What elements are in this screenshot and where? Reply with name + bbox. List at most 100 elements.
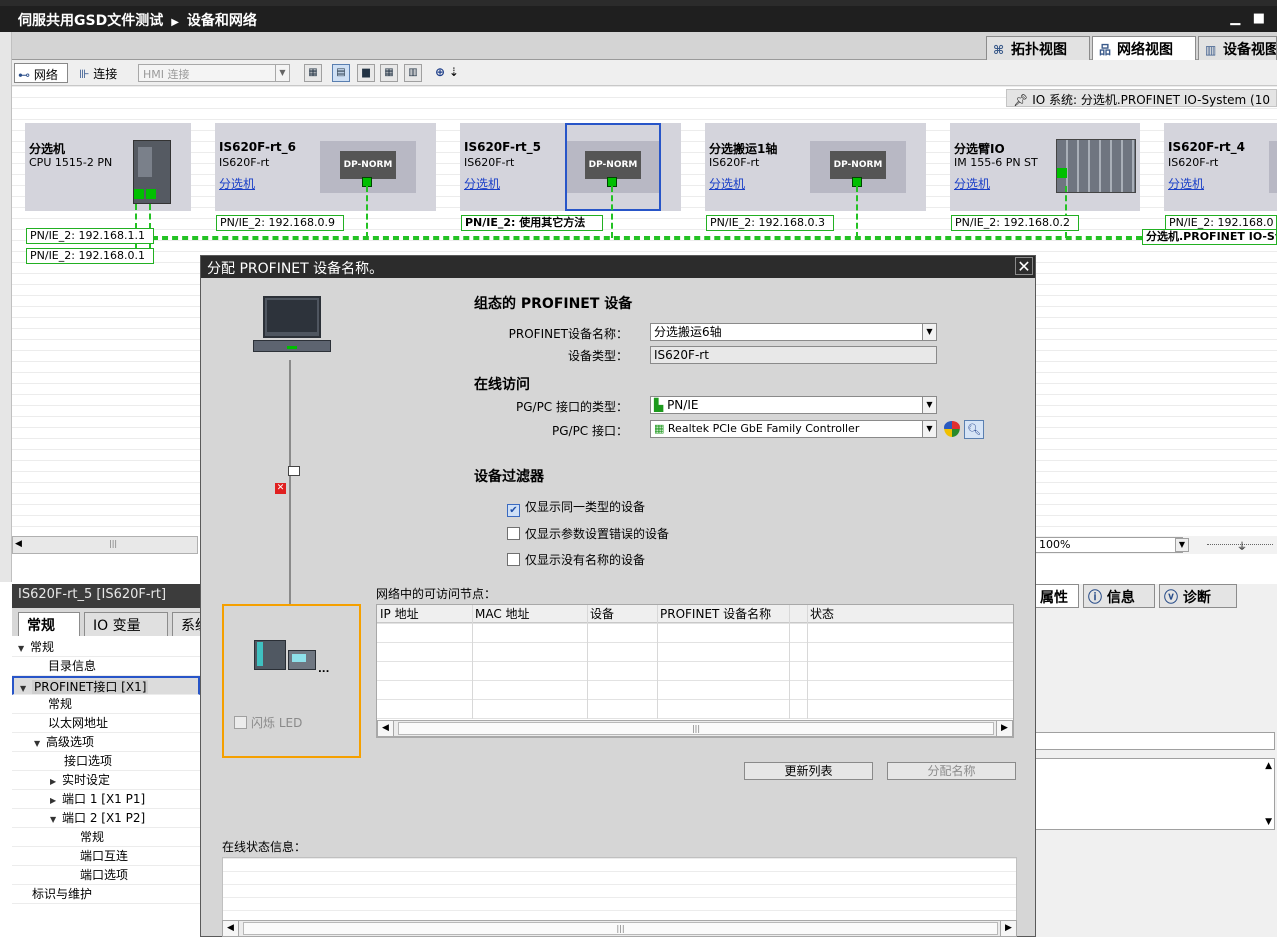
- flash-led-checkbox[interactable]: 闪烁 LED: [234, 714, 302, 731]
- tree-item[interactable]: ▶ 实时设定: [12, 771, 200, 790]
- scroll-thumb[interactable]: |||: [398, 722, 994, 735]
- tab-network-view[interactable]: 品网络视图: [1092, 36, 1196, 60]
- zoom-button[interactable]: ⊕ ⇣: [432, 63, 464, 83]
- show-addresses-icon[interactable]: ▤: [332, 64, 350, 82]
- tree-item[interactable]: 端口互连: [12, 847, 200, 866]
- scroll-right-icon[interactable]: ▶: [996, 721, 1012, 736]
- scroll-thumb-icon[interactable]: |||: [109, 539, 117, 548]
- device-is620f-rt-4[interactable]: IS620F-rt_4 IS620F-rt 分选机: [1164, 123, 1277, 211]
- column-ip[interactable]: IP 地址: [377, 605, 472, 623]
- tab-info[interactable]: ⓘ 信息: [1083, 584, 1155, 608]
- tree-item[interactable]: ▼ 端口 2 [X1 P2]: [12, 809, 200, 828]
- pgpc-interface-select[interactable]: ▦ Realtek PCIe GbE Family Controller ▼: [650, 420, 937, 438]
- ip-label-device[interactable]: PN/IE_2: 192.168.0.3: [706, 215, 834, 231]
- pgpc-interface-label: PG/PC 接口：: [551, 424, 628, 438]
- column-status[interactable]: 状态: [807, 605, 1007, 623]
- info-icon: ⓘ: [1088, 590, 1102, 606]
- controller-link[interactable]: 分选机: [464, 175, 500, 192]
- tree-item[interactable]: 端口选项: [12, 866, 200, 885]
- chevron-down-icon[interactable]: ▼: [1175, 538, 1189, 552]
- scroll-right-icon[interactable]: ▶: [1000, 921, 1016, 936]
- assign-name-button[interactable]: 分配名称: [887, 762, 1016, 780]
- zoom-slider-handle-icon[interactable]: ⏚: [1237, 538, 1247, 553]
- device-axis-1[interactable]: 分选搬运1轴 IS620F-rt 分选机 DP-NORM: [705, 123, 926, 211]
- checkbox-icon: [507, 553, 520, 566]
- tab-diagnostics[interactable]: ⓥ 诊断: [1159, 584, 1237, 608]
- column-mac[interactable]: MAC 地址: [472, 605, 587, 623]
- page-break-icon[interactable]: ▆: [357, 64, 375, 82]
- io-system-label[interactable]: 📌︎ IO 系统: 分选机.PROFINET IO-System (10: [1006, 89, 1277, 107]
- zoom-select[interactable]: 100%: [1035, 537, 1183, 553]
- bus-name-label[interactable]: 分选机.PROFINET IO-Sy: [1142, 229, 1277, 245]
- profinet-bus-line[interactable]: [152, 236, 1142, 240]
- update-list-button[interactable]: 更新列表: [744, 762, 873, 780]
- ip-label-device[interactable]: PN/IE_2: 使用其它方法: [461, 215, 603, 231]
- accessible-nodes-table[interactable]: IP 地址 MAC 地址 设备 PROFINET 设备名称 状态 ◀ ||| ▶: [376, 604, 1014, 738]
- network-button[interactable]: ⊷ 网络: [14, 63, 68, 83]
- controller-link[interactable]: 分选机: [1168, 175, 1204, 192]
- tree-item[interactable]: ▼ 常规: [12, 638, 200, 657]
- device-name-select[interactable]: 分选搬运6轴 ▼: [650, 323, 937, 341]
- filter-no-name-checkbox[interactable]: 仅显示没有名称的设备: [507, 551, 645, 568]
- tree-item[interactable]: ▼ PROFINET接口 [X1]: [12, 676, 200, 695]
- filter-same-type-checkbox[interactable]: ✔ 仅显示同一类型的设备: [507, 498, 645, 517]
- tree-item[interactable]: 标识与维护: [12, 885, 200, 904]
- pgpc-type-select[interactable]: ▙ PN/IE ▼: [650, 396, 937, 414]
- device-plc[interactable]: 分选机 CPU 1515-2 PN: [25, 123, 191, 211]
- tree-item[interactable]: 接口选项: [12, 752, 200, 771]
- table-horizontal-scrollbar[interactable]: ◀ ||| ▶: [377, 720, 1013, 737]
- plc-module-icon: [133, 140, 171, 204]
- column-divider: [587, 605, 588, 719]
- tree-item[interactable]: ▶ 端口 1 [X1 P1]: [12, 790, 200, 809]
- link-line: [366, 186, 369, 238]
- scroll-left-icon[interactable]: ◀: [15, 539, 22, 549]
- controller-link[interactable]: 分选机: [219, 175, 255, 192]
- tab-io-tags[interactable]: IO 变量: [84, 612, 168, 636]
- device-arm-io[interactable]: 分选臂IO IM 155-6 PN ST 分选机: [950, 123, 1140, 211]
- close-icon[interactable]: ✕: [1015, 257, 1033, 276]
- tree-item[interactable]: ▼ 高级选项: [12, 733, 200, 752]
- device-is620f-rt-5[interactable]: IS620F-rt_5 IS620F-rt 分选机 DP-NORM: [460, 123, 681, 211]
- window-controls[interactable]: ▁ ■: [1230, 11, 1269, 26]
- ip-label-plc-x1[interactable]: PN/IE_2: 192.168.0.1: [26, 248, 154, 264]
- scroll-thumb[interactable]: |||: [243, 922, 998, 935]
- shield-icon[interactable]: [944, 421, 960, 437]
- name-tag-icon[interactable]: ▦: [304, 64, 322, 82]
- device-is620f-rt-6[interactable]: IS620F-rt_6 IS620F-rt 分选机 DP-NORM: [215, 123, 436, 211]
- column-profinet-name[interactable]: PROFINET 设备名称: [657, 605, 807, 623]
- drive-device-icon: ...: [254, 640, 332, 675]
- ip-label-plc-x2[interactable]: PN/IE_2: 192.168.1.1: [26, 228, 154, 244]
- panel-textarea[interactable]: ▲ ▼: [1035, 758, 1275, 830]
- status-horizontal-scrollbar[interactable]: ◀ ||| ▶: [222, 920, 1017, 937]
- scroll-up-icon[interactable]: ▲: [1265, 761, 1272, 771]
- tab-general[interactable]: 常规: [18, 612, 80, 636]
- diagnostics-icon: ⓥ: [1164, 590, 1178, 606]
- canvas-horizontal-scrollbar[interactable]: ◀ |||: [12, 536, 198, 554]
- tree-item[interactable]: 以太网地址: [12, 714, 200, 733]
- controller-link[interactable]: 分选机: [709, 175, 745, 192]
- hmi-connection-select[interactable]: HMI 连接 ▼: [138, 64, 290, 82]
- scroll-left-icon[interactable]: ◀: [378, 721, 394, 736]
- grid-icon[interactable]: ▦: [380, 64, 398, 82]
- tree-item[interactable]: 目录信息: [12, 657, 200, 676]
- tab-properties[interactable]: 属性: [1035, 584, 1079, 608]
- ip-label-device[interactable]: PN/IE_2: 192.168.0.9: [216, 215, 344, 231]
- tree-item[interactable]: 常规: [12, 828, 200, 847]
- chevron-down-icon: ▼: [922, 421, 936, 437]
- online-status-list[interactable]: [222, 857, 1017, 921]
- breadcrumb-section[interactable]: 设备和网络: [187, 13, 257, 29]
- filter-param-error-checkbox[interactable]: 仅显示参数设置错误的设备: [507, 525, 669, 542]
- tree-item[interactable]: 常规: [12, 695, 200, 714]
- connect-button[interactable]: ⊪ 连接: [76, 63, 134, 83]
- tab-device-view[interactable]: ▥ 设备视图: [1198, 36, 1277, 60]
- scroll-down-icon[interactable]: ▼: [1265, 817, 1272, 827]
- column-device[interactable]: 设备: [587, 605, 657, 623]
- interface-config-button[interactable]: 🔍︎: [964, 420, 984, 439]
- tab-topology-view[interactable]: ⌘ 拓扑视图: [986, 36, 1090, 60]
- panel-field[interactable]: [1035, 732, 1275, 750]
- controller-link[interactable]: 分选机: [954, 175, 990, 192]
- scroll-left-icon[interactable]: ◀: [223, 921, 239, 936]
- ip-label-device[interactable]: PN/IE_2: 192.168.0.2: [951, 215, 1079, 231]
- breadcrumb-project[interactable]: 伺服共用GSD文件测试: [18, 13, 163, 29]
- table-icon[interactable]: ▥: [404, 64, 422, 82]
